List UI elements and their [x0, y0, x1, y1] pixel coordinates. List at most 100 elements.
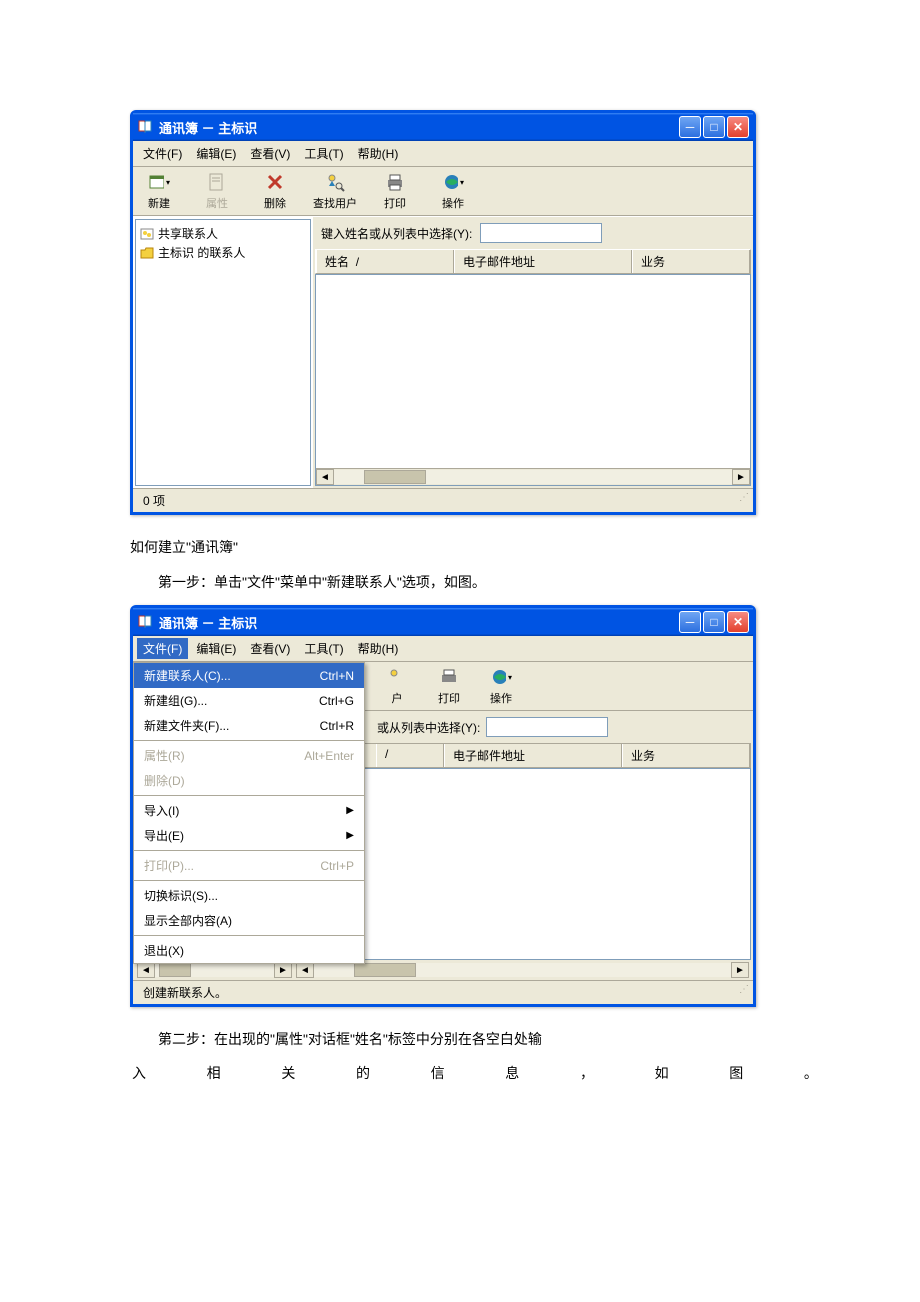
menu-edit[interactable]: 编辑(E)	[190, 143, 242, 164]
tree-main-contacts[interactable]: 主标识 的联系人	[138, 243, 308, 262]
submenu-arrow-icon: ▶	[346, 830, 354, 841]
menu-tools[interactable]: 工具(T)	[298, 143, 349, 164]
list-header: 姓名 / 电子邮件地址 业务	[315, 249, 751, 274]
list-scrollbar[interactable]: ◄ ►	[296, 962, 749, 978]
delete-button[interactable]: 删除	[255, 171, 295, 211]
tree-main-label: 主标识 的联系人	[158, 244, 245, 261]
search-label-partial: 或从列表中选择(Y):	[377, 719, 480, 736]
menu-show-all[interactable]: 显示全部内容(A)	[134, 908, 364, 933]
print-label: 打印	[384, 195, 406, 211]
action-icon: ▾	[490, 666, 512, 688]
tree-scrollbar[interactable]: ◄ ►	[137, 962, 292, 978]
menu-file[interactable]: 文件(F)	[137, 143, 188, 164]
statusbar: 创建新联系人。 ⋰	[133, 980, 753, 1004]
heading-text: 如何建立"通讯簿"	[130, 535, 820, 560]
scroll-left-icon[interactable]: ◄	[137, 962, 155, 978]
titlebar[interactable]: 通讯簿 － 主标识 ─ □ ✕	[133, 608, 753, 636]
menu-new-group[interactable]: 新建组(G)...Ctrl+G	[134, 688, 364, 713]
resize-grip-icon[interactable]: ⋰	[739, 984, 747, 1001]
scroll-thumb[interactable]	[159, 963, 191, 977]
scroll-right-icon[interactable]: ►	[274, 962, 292, 978]
menu-exit[interactable]: 退出(X)	[134, 938, 364, 963]
menubar: 文件(F) 编辑(E) 查看(V) 工具(T) 帮助(H)	[133, 141, 753, 167]
menu-new-folder[interactable]: 新建文件夹(F)...Ctrl+R	[134, 713, 364, 738]
file-menu-dropdown: 新建联系人(C)...Ctrl+N 新建组(G)...Ctrl+G 新建文件夹(…	[133, 662, 365, 964]
scroll-left-icon[interactable]: ◄	[316, 469, 334, 485]
horizontal-scrollbar[interactable]: ◄ ►	[316, 468, 750, 485]
resize-grip-icon[interactable]: ⋰	[739, 492, 747, 509]
menu-switch-identity[interactable]: 切换标识(S)...	[134, 883, 364, 908]
minimize-button[interactable]: ─	[679, 116, 701, 138]
action-icon: ▾	[442, 171, 464, 193]
scroll-thumb[interactable]	[354, 963, 416, 977]
menu-file[interactable]: 文件(F)	[137, 638, 188, 659]
find-button[interactable]: 查找用户	[313, 171, 357, 211]
maximize-button[interactable]: □	[703, 611, 725, 633]
action-button[interactable]: ▾ 操作	[433, 171, 473, 211]
step2-text: 第二步：在出现的"属性"对话框"姓名"标签中分别在各空白处输	[130, 1027, 820, 1052]
menu-view[interactable]: 查看(V)	[244, 143, 296, 164]
scroll-thumb[interactable]	[364, 470, 426, 484]
menubar: 文件(F) 编辑(E) 查看(V) 工具(T) 帮助(H)	[133, 636, 753, 662]
menu-print: 打印(P)...Ctrl+P	[134, 853, 364, 878]
contact-list[interactable]: ◄ ►	[315, 274, 751, 486]
titlebar[interactable]: 通讯簿 － 主标识 ─ □ ✕	[133, 113, 753, 141]
menu-delete: 删除(D)	[134, 768, 364, 793]
step2-continued: 入相关的信息，如图。	[130, 1063, 820, 1083]
col-business[interactable]: 业务	[632, 250, 750, 273]
delete-label: 删除	[264, 195, 286, 211]
maximize-button[interactable]: □	[703, 116, 725, 138]
toolbar: ▾ 新建 属性 删除 查找用户 打印 ▾ 操作	[133, 167, 753, 216]
properties-icon	[206, 171, 228, 193]
print-icon	[438, 666, 460, 688]
menu-properties: 属性(R)Alt+Enter	[134, 743, 364, 768]
menu-edit[interactable]: 编辑(E)	[190, 638, 242, 659]
folder-tree[interactable]: 共享联系人 主标识 的联系人	[135, 219, 311, 486]
find-label: 查找用户	[313, 195, 357, 211]
menu-import[interactable]: 导入(I)▶	[134, 798, 364, 823]
col-sort[interactable]: /	[376, 744, 444, 767]
search-input[interactable]	[486, 717, 608, 737]
print-button[interactable]: 打印	[375, 171, 415, 211]
properties-label: 属性	[206, 195, 228, 211]
address-book-window-2: 通讯簿 － 主标识 ─ □ ✕ 文件(F) 编辑(E) 查看(V) 工具(T) …	[130, 605, 756, 1007]
close-button[interactable]: ✕	[727, 611, 749, 633]
scroll-left-icon[interactable]: ◄	[296, 962, 314, 978]
col-business[interactable]: 业务	[622, 744, 750, 767]
window-title: 通讯簿 － 主标识	[159, 118, 679, 137]
tree-shared-contacts[interactable]: 共享联系人	[138, 224, 308, 243]
find-button-partial[interactable]: 户	[377, 666, 417, 706]
col-email[interactable]: 电子邮件地址	[444, 744, 622, 767]
search-label: 键入姓名或从列表中选择(Y):	[321, 225, 472, 242]
new-button[interactable]: ▾ 新建	[139, 171, 179, 211]
action-button[interactable]: ▾ 操作	[481, 666, 521, 706]
col-name[interactable]: 姓名 /	[316, 250, 454, 273]
address-book-window-1: 通讯簿 － 主标识 ─ □ ✕ 文件(F) 编辑(E) 查看(V) 工具(T) …	[130, 110, 756, 515]
print-button[interactable]: 打印	[429, 666, 469, 706]
search-input[interactable]	[480, 223, 602, 243]
menu-view[interactable]: 查看(V)	[244, 638, 296, 659]
minimize-button[interactable]: ─	[679, 611, 701, 633]
menu-new-contact[interactable]: 新建联系人(C)...Ctrl+N	[134, 663, 364, 688]
new-label: 新建	[148, 195, 170, 211]
find-icon	[386, 666, 408, 688]
tree-shared-label: 共享联系人	[158, 225, 218, 242]
properties-button: 属性	[197, 171, 237, 211]
new-icon: ▾	[148, 171, 170, 193]
statusbar: 0 项 ⋰	[133, 488, 753, 512]
folder-icon	[140, 246, 154, 260]
action-label: 操作	[442, 195, 464, 211]
find-icon	[324, 171, 346, 193]
status-text: 创建新联系人。	[139, 984, 231, 1001]
status-text: 0 项	[139, 492, 169, 509]
menu-export[interactable]: 导出(E)▶	[134, 823, 364, 848]
col-email[interactable]: 电子邮件地址	[454, 250, 632, 273]
menu-help[interactable]: 帮助(H)	[352, 638, 405, 659]
scroll-right-icon[interactable]: ►	[732, 469, 750, 485]
print-icon	[384, 171, 406, 193]
step1-text: 第一步：单击"文件"菜单中"新建联系人"选项，如图。	[130, 570, 820, 595]
scroll-right-icon[interactable]: ►	[731, 962, 749, 978]
menu-help[interactable]: 帮助(H)	[352, 143, 405, 164]
menu-tools[interactable]: 工具(T)	[298, 638, 349, 659]
close-button[interactable]: ✕	[727, 116, 749, 138]
